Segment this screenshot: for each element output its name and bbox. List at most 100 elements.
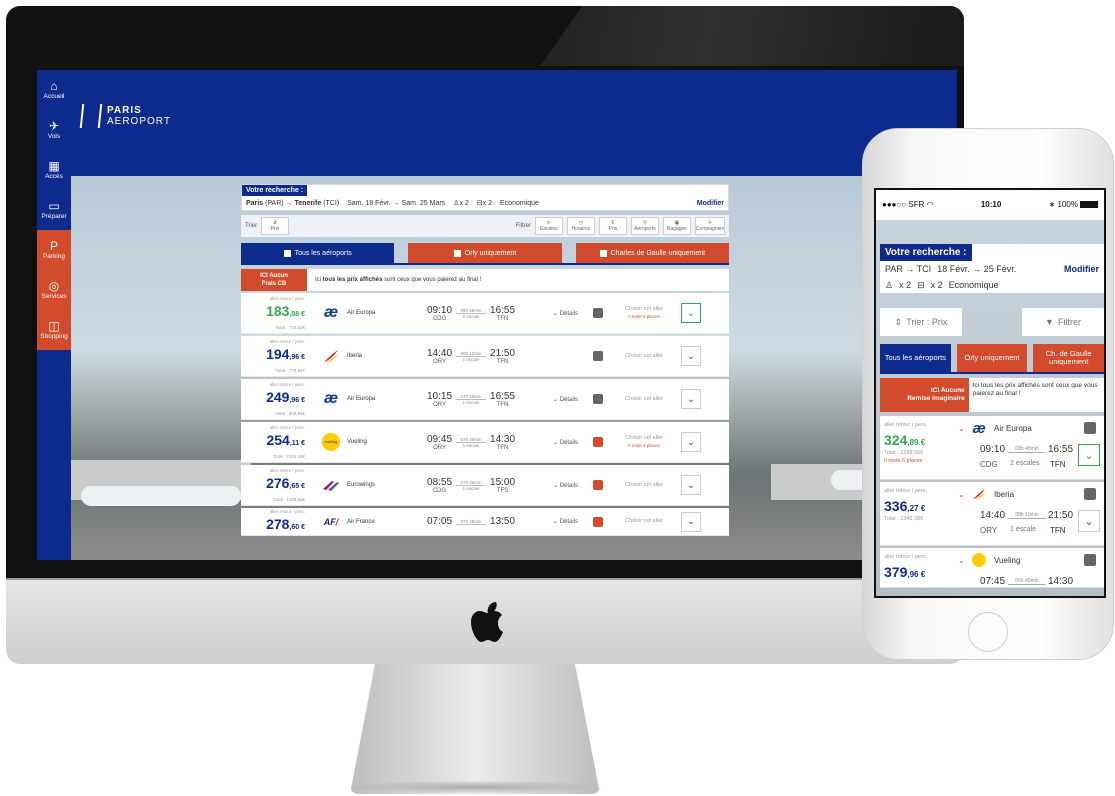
- phone-select-flight-button[interactable]: ⌄: [1078, 444, 1100, 466]
- select-flight-button[interactable]: ⌄: [681, 303, 701, 323]
- air-europa-logo-icon: æ: [323, 390, 339, 407]
- airport-tabs: Tous les aéroports Orly uniquement Charl…: [241, 243, 729, 265]
- details-toggle[interactable]: ⌄ Détails: [553, 396, 589, 403]
- vueling-logo-icon: [970, 553, 988, 567]
- iberia-logo-icon: [970, 487, 988, 501]
- eurowings-logo-icon: [319, 475, 343, 495]
- search-results-panel: Votre recherche : Paris (PAR) → Tenerife…: [241, 184, 729, 560]
- details-toggle[interactable]: ⌄ Détails: [553, 518, 589, 525]
- select-flight-button[interactable]: ⌄: [681, 346, 701, 366]
- filter-label: Filtrer: [515, 223, 531, 229]
- baggage-icon: [1084, 488, 1096, 500]
- phone-status-bar: ●●●○○ SFR ◠ 10:10 ∗ 100%: [876, 190, 1104, 218]
- phone-screen: ●●●○○ SFR ◠ 10:10 ∗ 100% Votre recherche…: [874, 188, 1106, 598]
- details-toggle[interactable]: ⌄ Détails: [553, 439, 589, 446]
- details-toggle[interactable]: ⌄ Détails: [553, 310, 589, 317]
- baggage-icon: [593, 394, 603, 404]
- details-toggle[interactable]: ⌄ Détails: [553, 482, 589, 489]
- filter-stops[interactable]: ⊳ Escales: [534, 217, 563, 235]
- phone-flight-row[interactable]: aller retour / pers. 324,89 € Total : 12…: [880, 416, 1104, 480]
- chevron-down-icon: ⌄: [686, 393, 696, 405]
- tab-cdg-only[interactable]: Charles de Gaulle uniquement: [575, 243, 729, 263]
- select-flight-button[interactable]: ⌄: [681, 389, 701, 409]
- flight-row[interactable]: aller retour / pers. 183,88 € Total : 734,…: [241, 293, 729, 334]
- phone-filter-button[interactable]: ▼ Filtrer: [1022, 308, 1104, 336]
- chevron-down-icon: ⌄: [686, 436, 696, 448]
- phone-flight-row[interactable]: aller retour / pers. 336,27 € Total : 13…: [880, 482, 1104, 546]
- imac-glare: [540, 6, 964, 66]
- nav-shopping[interactable]: ◫ Shopping: [37, 310, 71, 350]
- baggage-icon: [1084, 554, 1096, 566]
- logo-mark-icon: [79, 104, 103, 128]
- search-dates: Sam. 18 Févr. → Sam. 25 Mars: [347, 199, 446, 207]
- phone-tab-all[interactable]: Tous les aéroports: [880, 344, 951, 372]
- nav-accueil[interactable]: ⌂ Accueil: [37, 70, 71, 110]
- chevron-down-icon: ⌄: [686, 479, 696, 491]
- home-icon: ⌂: [50, 79, 58, 93]
- phone-select-flight-button[interactable]: ⌄: [1078, 510, 1100, 532]
- parking-icon: P: [49, 239, 58, 253]
- phone-flight-row[interactable]: aller retour / pers. 379,96 € ⌄ Vueling …: [880, 548, 1104, 588]
- tab-all-airports[interactable]: Tous les aéroports: [241, 243, 395, 263]
- battery-icon: [1079, 200, 1098, 208]
- filter-bags[interactable]: ▣ Bagages: [662, 217, 691, 235]
- phone-tab-orly[interactable]: Orly uniquement: [956, 344, 1028, 372]
- sort-icon: ⇕: [894, 316, 903, 327]
- nav-vols[interactable]: ✈ Vols: [37, 110, 71, 150]
- shopping-icon: ◫: [48, 319, 60, 333]
- phone-modify-link[interactable]: Modifier: [1064, 264, 1099, 274]
- baggage-icon: [593, 351, 603, 361]
- desktop-screen: ⌂ Accueil ✈ Vols ▦ Accès ▭ Préparer P Parking…: [37, 70, 957, 560]
- sort-filter-bar: Trier ⇵ Prix Filtrer ⊳ Escales ◷ Horaires €…: [241, 215, 729, 237]
- phone-search-summary: Votre recherche : PAR → TCI 18 Févr. → 25…: [880, 244, 1104, 293]
- nav-acces[interactable]: ▦ Accès: [37, 150, 71, 190]
- flight-price: 278,60 €: [266, 516, 305, 532]
- paris-aeroport-logo[interactable]: PARIS AEROPORT: [79, 104, 171, 128]
- phone-flight-price: 336,27 €: [884, 498, 926, 514]
- select-flight-button[interactable]: ⌄: [681, 475, 701, 495]
- baggage-fee-icon: [593, 516, 603, 527]
- imac-stand: [350, 664, 600, 794]
- sort-price-button[interactable]: ⇵ Prix: [261, 217, 290, 235]
- filter-price[interactable]: € Prix: [598, 217, 627, 235]
- phone-home-button[interactable]: [968, 612, 1008, 652]
- nav-parking[interactable]: P Parking: [37, 230, 71, 270]
- seat-icon: ⊟: [917, 279, 925, 290]
- bluetooth-icon: ∗: [1048, 199, 1056, 209]
- select-flight-button[interactable]: ⌄: [681, 511, 701, 532]
- nav-services[interactable]: ◎ Services: [37, 270, 71, 310]
- select-flight-button[interactable]: ⌄: [681, 432, 701, 452]
- modify-search-link[interactable]: Modifier: [697, 200, 724, 207]
- tab-orly-only[interactable]: Orly uniquement: [408, 243, 562, 263]
- checkbox-icon: [453, 249, 461, 257]
- phone-flight-price: 379,96 €: [884, 564, 926, 580]
- flight-row[interactable]: aller retour / pers. 194,96 € Total : 779,…: [241, 336, 729, 377]
- person-icon: ♙: [885, 279, 894, 290]
- notice-message: Ici tous les prix affichés sont ceux que…: [315, 277, 482, 283]
- chevron-down-icon: ⌄: [958, 424, 965, 433]
- filter-schedule[interactable]: ◷ Horaires: [566, 217, 595, 235]
- sort-label: Trier: [245, 223, 258, 229]
- phone-tab-cdg[interactable]: Ch. de Gaulle uniquement: [1033, 344, 1104, 372]
- chevron-down-icon: ⌄: [686, 516, 696, 527]
- flight-row[interactable]: aller retour / pers. 254,11 € Total : 1016…: [241, 422, 729, 463]
- checkbox-checked-icon: [283, 249, 291, 257]
- flight-price: 194,96 €: [266, 346, 305, 362]
- phone-sort-button[interactable]: ⇕ Trier : Prix: [880, 308, 962, 336]
- filter-airports[interactable]: ⚲ Aéroports: [630, 217, 659, 235]
- services-icon: ◎: [48, 279, 60, 293]
- flight-row[interactable]: aller retour / pers. 249,96 € Total : 999,…: [241, 379, 729, 420]
- flight-row[interactable]: aller retour / pers. 276,65 € Total : 1106…: [241, 465, 729, 506]
- search-header: Votre recherche :: [242, 185, 308, 196]
- price-notice: ICI Aucun Frais CB Ici tous les prix affi…: [241, 269, 729, 291]
- baggage-fee-icon: [593, 437, 603, 447]
- air-europa-logo-icon: æ: [323, 304, 339, 321]
- flight-row[interactable]: aller retour / pers. 278,60 € AF/ Air Fra…: [241, 508, 729, 536]
- nav-preparer[interactable]: ▭ Préparer: [37, 190, 71, 230]
- route: Paris (PAR) → Tenerife (TCI): [246, 199, 340, 207]
- filter-airlines[interactable]: ✈ Compagnies: [694, 217, 725, 235]
- baggage-icon: [1084, 422, 1096, 434]
- baggage-fee-icon: [593, 480, 603, 490]
- chevron-down-icon: ⌄: [686, 307, 696, 319]
- flight-price: 249,96 €: [266, 389, 305, 405]
